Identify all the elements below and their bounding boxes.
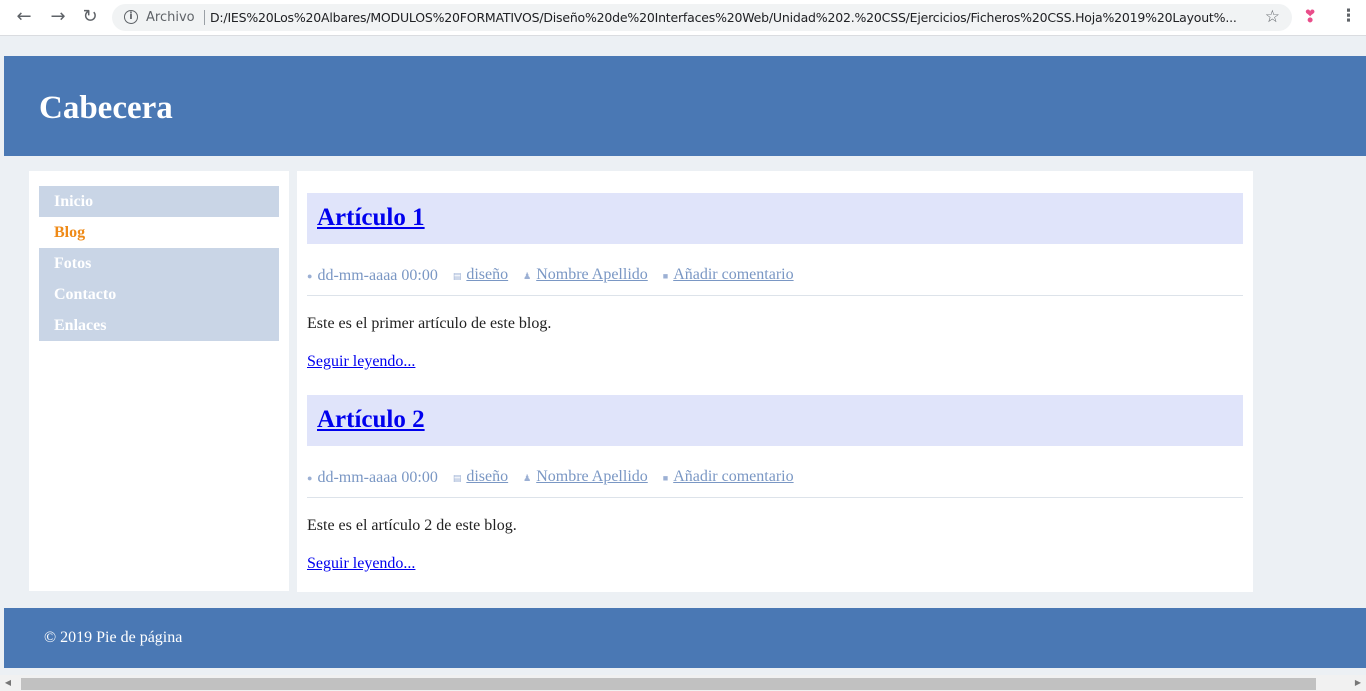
- page-title: Cabecera: [39, 90, 173, 126]
- kebab-menu-icon[interactable]: ⋮: [1340, 6, 1357, 26]
- clock-icon: ●: [307, 473, 313, 483]
- butterfly-extension-icon[interactable]: ❣: [1303, 7, 1317, 27]
- page-header: Cabecera: [4, 56, 1366, 156]
- scroll-right-arrow-icon[interactable]: ▶: [1350, 675, 1366, 691]
- article-meta: ● dd-mm-aaaa 00:00 ▤ diseño ♟ Nombre Apelli…: [307, 468, 1243, 498]
- article-title-bar: Artículo 1: [307, 193, 1243, 244]
- read-more-link[interactable]: Seguir leyendo...: [307, 352, 415, 372]
- sidebar-item-blog[interactable]: Blog: [39, 217, 279, 248]
- browser-toolbar: ← → ↻ i Archivo D:/IES%20Los%20Albares/M…: [0, 0, 1366, 36]
- user-icon: ♟: [523, 473, 532, 483]
- add-comment-link[interactable]: Añadir comentario: [673, 468, 793, 485]
- add-comment-link[interactable]: Añadir comentario: [673, 266, 793, 283]
- category-link[interactable]: diseño: [466, 266, 508, 283]
- horizontal-scrollbar[interactable]: ◀ ▶: [0, 675, 1366, 691]
- article-meta: ● dd-mm-aaaa 00:00 ▤ diseño ♟ Nombre Apelli…: [307, 266, 1243, 296]
- comment-icon: ■: [662, 271, 669, 281]
- main-content: Artículo 1 ● dd-mm-aaaa 00:00 ▤ diseño ♟ No…: [297, 171, 1253, 592]
- article-2: Artículo 2 ● dd-mm-aaaa 00:00 ▤ diseño ♟ No…: [307, 395, 1243, 574]
- category-icon: ▤: [452, 271, 462, 281]
- sidebar-item-enlaces[interactable]: Enlaces: [39, 310, 279, 341]
- forward-arrow-icon[interactable]: →: [46, 5, 70, 29]
- sidebar: Inicio Blog Fotos Contacto Enlaces: [29, 171, 289, 591]
- address-bar[interactable]: i Archivo D:/IES%20Los%20Albares/MODULOS…: [112, 4, 1292, 31]
- page-footer: © 2019 Pie de página: [4, 608, 1366, 668]
- comment-icon: ■: [662, 473, 669, 483]
- footer-text: © 2019 Pie de página: [44, 629, 183, 646]
- article-text: Este es el primer artículo de este blog.: [307, 315, 552, 332]
- article-date: dd-mm-aaaa 00:00: [317, 469, 438, 486]
- info-icon[interactable]: i: [124, 10, 138, 24]
- article-date: dd-mm-aaaa 00:00: [317, 267, 438, 284]
- article-1: Artículo 1 ● dd-mm-aaaa 00:00 ▤ diseño ♟ No…: [307, 193, 1243, 372]
- scroll-left-arrow-icon[interactable]: ◀: [0, 675, 16, 691]
- category-link[interactable]: diseño: [466, 468, 508, 485]
- back-arrow-icon[interactable]: ←: [12, 5, 36, 29]
- star-icon[interactable]: ☆: [1265, 7, 1280, 27]
- author-link[interactable]: Nombre Apellido: [536, 266, 648, 283]
- scrollbar-thumb[interactable]: [21, 678, 1316, 690]
- reload-icon[interactable]: ↻: [78, 5, 102, 29]
- security-label: Archivo: [146, 10, 195, 25]
- article-title-link[interactable]: Artículo 2: [317, 405, 425, 435]
- category-icon: ▤: [452, 473, 462, 483]
- sidebar-menu: Inicio Blog Fotos Contacto Enlaces: [39, 186, 279, 341]
- sidebar-item-fotos[interactable]: Fotos: [39, 248, 279, 279]
- sidebar-item-contacto[interactable]: Contacto: [39, 279, 279, 310]
- read-more-link[interactable]: Seguir leyendo...: [307, 554, 415, 574]
- article-title-bar: Artículo 2: [307, 395, 1243, 446]
- article-title-link[interactable]: Artículo 1: [317, 203, 425, 233]
- address-divider: [204, 10, 205, 25]
- url-text[interactable]: D:/IES%20Los%20Albares/MODULOS%20FORMATI…: [210, 10, 1250, 25]
- user-icon: ♟: [523, 271, 532, 281]
- author-link[interactable]: Nombre Apellido: [536, 468, 648, 485]
- sidebar-item-inicio[interactable]: Inicio: [39, 186, 279, 217]
- clock-icon: ●: [307, 271, 313, 281]
- article-text: Este es el artículo 2 de este blog.: [307, 517, 517, 534]
